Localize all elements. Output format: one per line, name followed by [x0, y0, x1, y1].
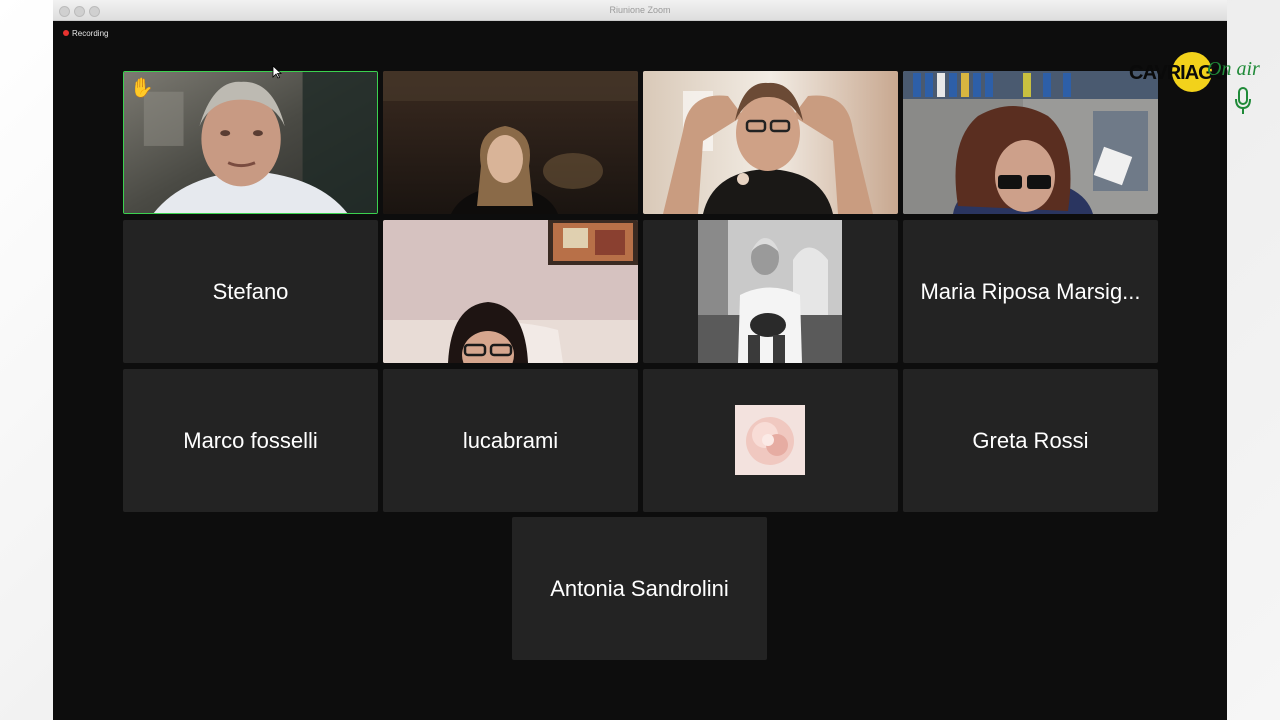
participant-name: Marco fosselli — [183, 427, 318, 453]
title-bar: Riunione Zoom — [53, 0, 1227, 21]
participant-name: Antonia Sandrolini — [550, 575, 729, 601]
video-tile-p3[interactable] — [643, 71, 898, 214]
recording-indicator[interactable]: Recording — [63, 27, 108, 39]
logo-subtext: On air — [1207, 58, 1260, 80]
profile-photo — [735, 405, 805, 475]
participant-video — [383, 71, 638, 214]
participant-name: Maria Riposa Marsig... — [920, 278, 1141, 304]
participant-tile-p8[interactable]: Maria Riposa Marsig... — [903, 220, 1158, 363]
microphone-icon — [1235, 87, 1251, 114]
video-tile-p2[interactable] — [383, 71, 638, 214]
participant-tile-p11[interactable] — [643, 369, 898, 512]
hand-raised-icon: ✋ — [130, 78, 154, 99]
participant-video — [124, 72, 377, 213]
participant-tile-p10[interactable]: lucabrami — [383, 369, 638, 512]
video-tile-p1[interactable]: ✋ — [123, 71, 378, 214]
participant-name: Greta Rossi — [972, 427, 1089, 453]
participant-tile-p7[interactable] — [643, 220, 898, 363]
video-tile-p6[interactable] — [383, 220, 638, 363]
participant-video — [643, 71, 898, 214]
window-title: Riunione Zoom — [609, 5, 671, 15]
participant-name: Stefano — [212, 278, 289, 304]
participant-tile-p12[interactable]: Greta Rossi — [903, 369, 1158, 512]
cavriago-on-air-logo: CAVRIAGO On air — [1127, 50, 1269, 120]
profile-photo — [698, 220, 842, 363]
participant-video — [383, 220, 638, 363]
recording-dot-icon — [63, 30, 69, 36]
participant-tile-p9[interactable]: Marco fosselli — [123, 369, 378, 512]
zoom-meeting-window: Riunione Zoom Recording ✋ Stefano Maria … — [53, 0, 1227, 720]
participant-tile-p13[interactable]: Antonia Sandrolini — [512, 517, 767, 660]
participant-tile-p5[interactable]: Stefano — [123, 220, 378, 363]
participant-name: lucabrami — [462, 427, 559, 453]
participant-video — [903, 71, 1158, 214]
recording-label: Recording — [72, 28, 109, 38]
video-tile-p4[interactable] — [903, 71, 1158, 214]
mouse-cursor-icon — [272, 65, 282, 79]
